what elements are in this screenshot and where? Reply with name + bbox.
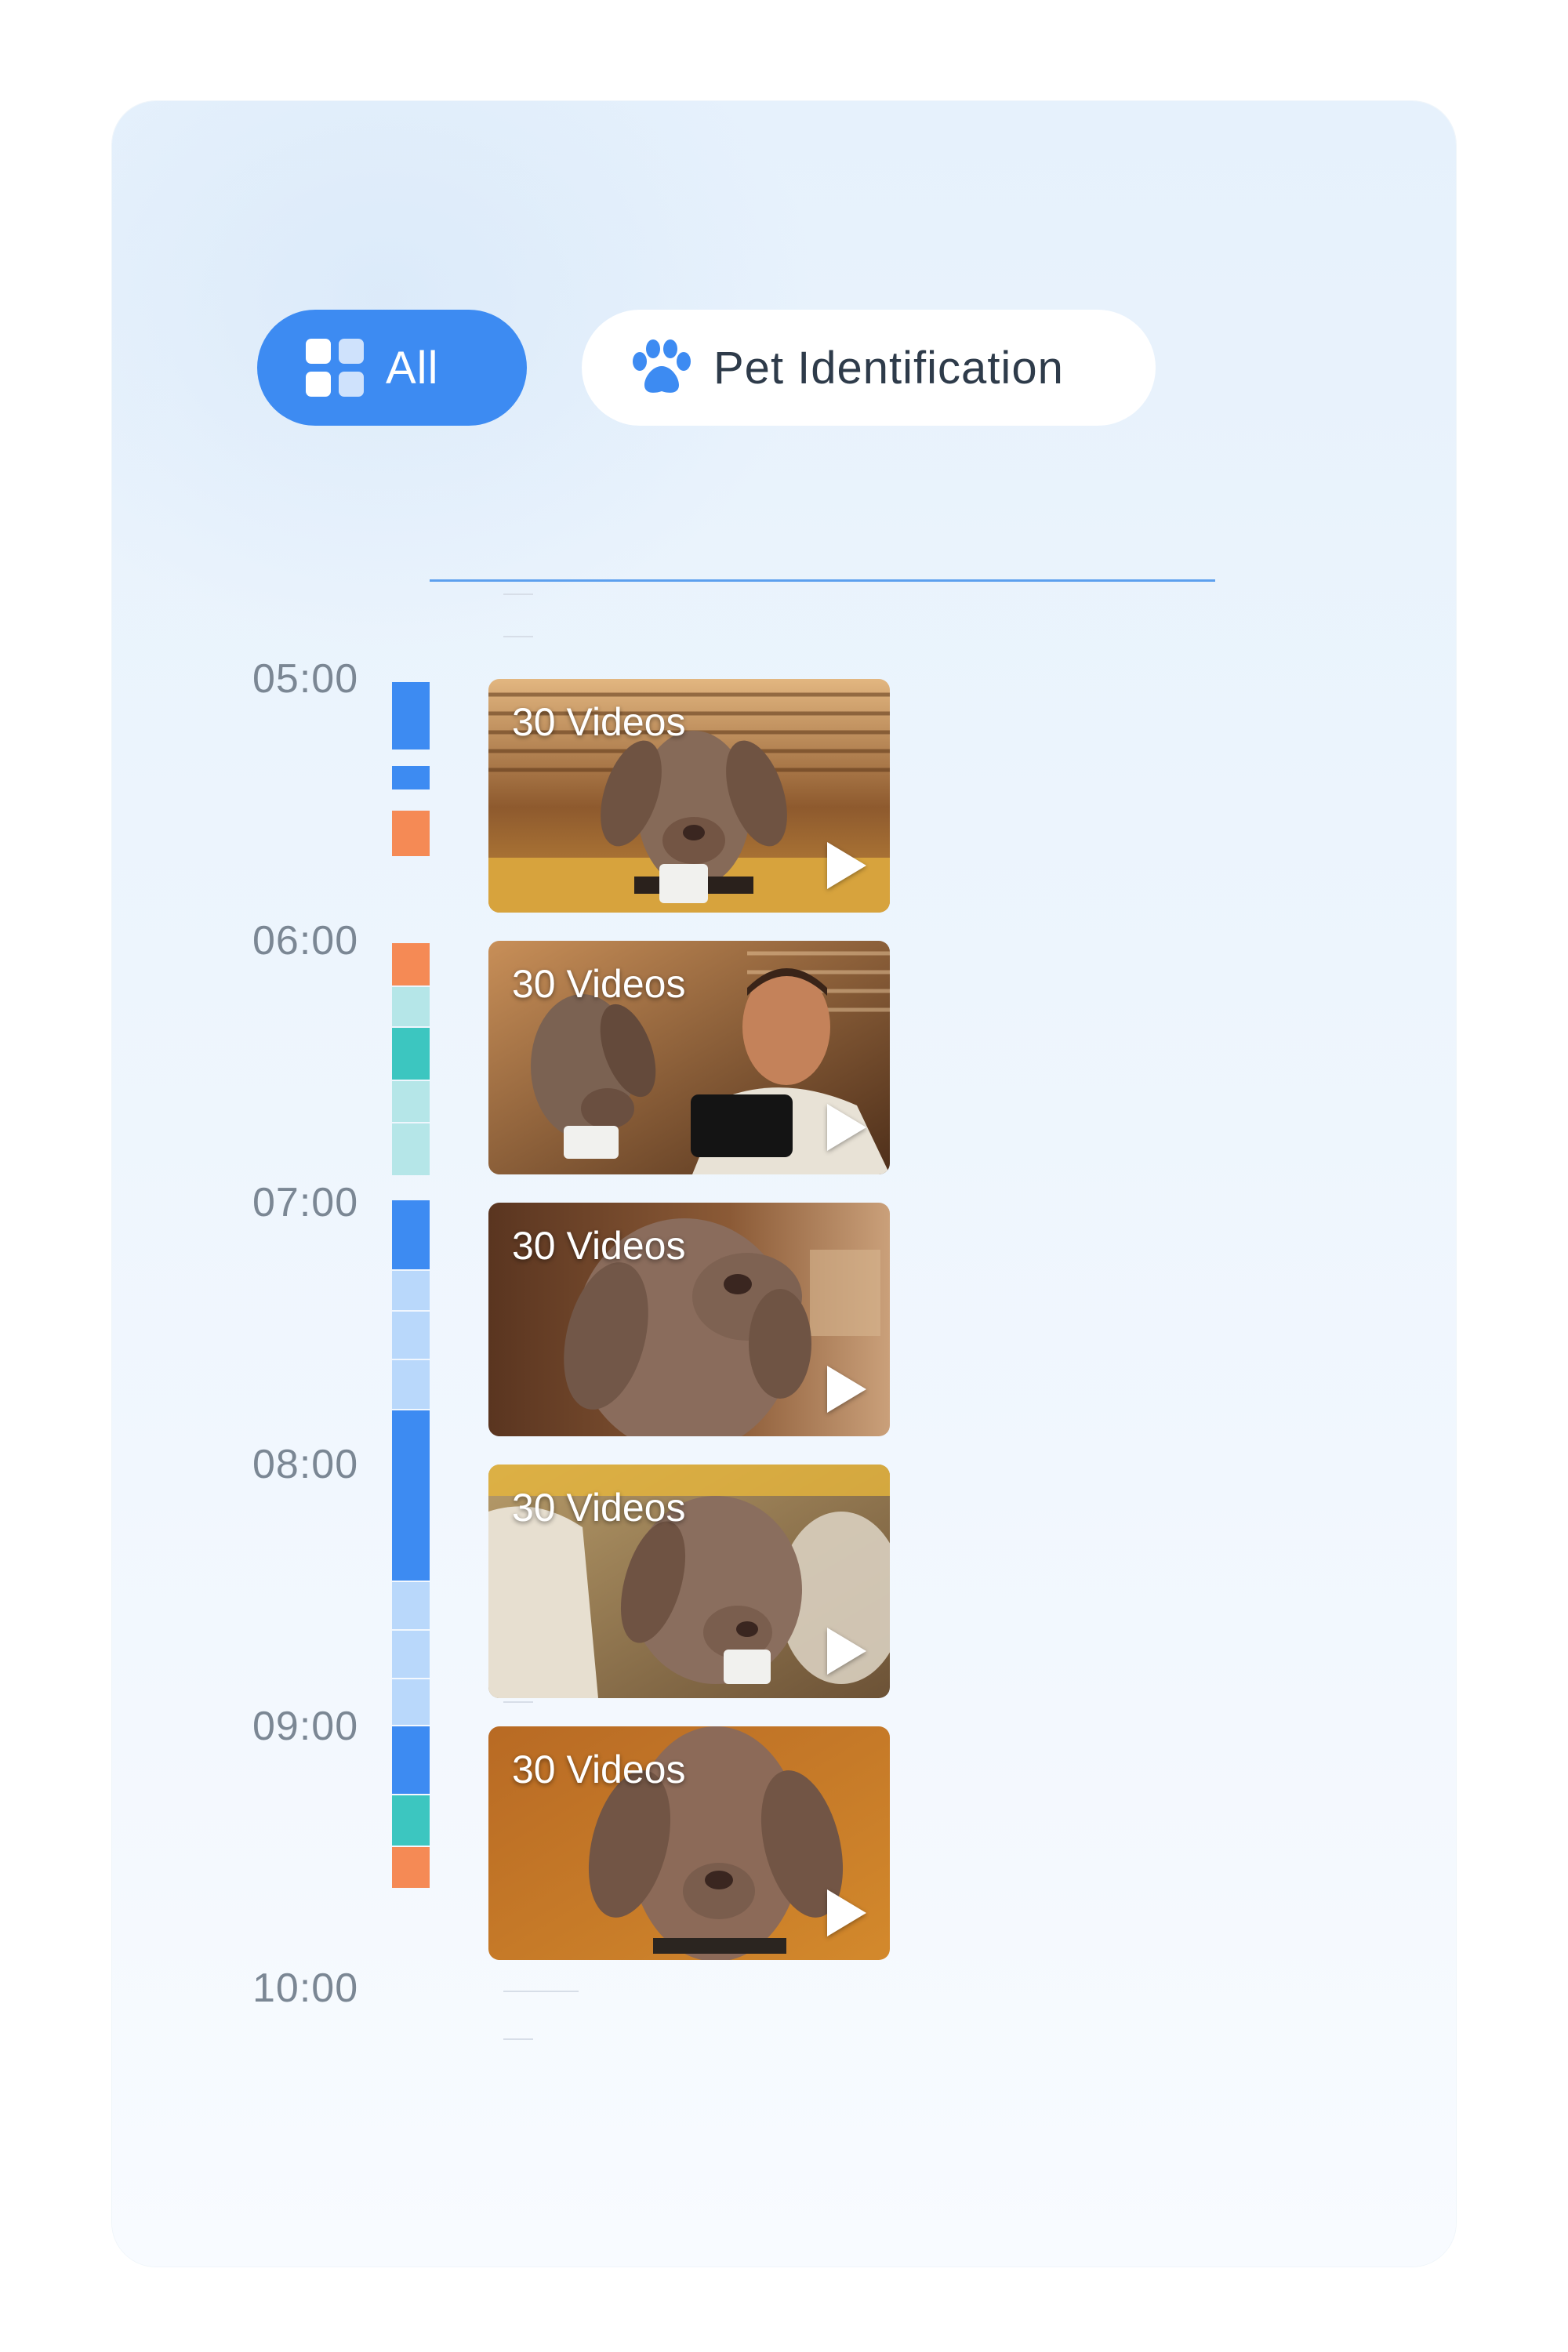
event-segment-motion-light[interactable] (392, 1360, 430, 1409)
play-icon[interactable] (827, 1889, 866, 1936)
event-segment-motion-light[interactable] (392, 1631, 430, 1678)
paw-icon (630, 339, 693, 396)
video-count-label: 30 Videos (512, 1224, 686, 1268)
current-time-line (430, 579, 1215, 582)
hour-label-0500: 05:00 (252, 656, 359, 702)
hour-label-0700: 07:00 (252, 1180, 359, 1225)
video-thumbnail[interactable]: 30 Videos (488, 941, 890, 1174)
filter-all-label: All (386, 342, 439, 394)
event-segment-motion-light[interactable] (392, 1271, 430, 1310)
event-segment-person-light[interactable] (392, 1123, 430, 1175)
play-icon[interactable] (827, 1628, 866, 1675)
video-thumbnail[interactable]: 30 Videos (488, 1465, 890, 1698)
timeline-tick (503, 593, 533, 595)
timeline-tick (503, 1701, 533, 1703)
event-segment-pet[interactable] (392, 943, 430, 985)
filter-pet-label: Pet Identification (713, 342, 1064, 394)
timeline-tick (503, 2038, 533, 2040)
timeline-tick (503, 636, 533, 637)
event-segment-motion-light[interactable] (392, 1679, 430, 1725)
event-segment-motion-light[interactable] (392, 1312, 430, 1359)
event-segment-motion[interactable] (392, 1726, 430, 1794)
event-segment-motion[interactable] (392, 1410, 430, 1581)
video-count-label: 30 Videos (512, 1486, 686, 1530)
video-thumbnail[interactable]: 30 Videos (488, 1203, 890, 1436)
video-count-label: 30 Videos (512, 962, 686, 1006)
hour-label-0600: 06:00 (252, 918, 359, 964)
play-icon[interactable] (827, 1366, 866, 1413)
event-segment-person-light[interactable] (392, 987, 430, 1026)
event-segment-motion[interactable] (392, 1200, 430, 1269)
video-count-label: 30 Videos (512, 1748, 686, 1791)
grid-icon (306, 339, 364, 397)
event-segment-motion[interactable] (392, 766, 430, 789)
hour-tick (503, 1991, 579, 1992)
event-segment-pet[interactable] (392, 1847, 430, 1888)
event-segment-person-light[interactable] (392, 1081, 430, 1122)
event-segment-person[interactable] (392, 1795, 430, 1846)
event-segment-motion[interactable] (392, 682, 430, 750)
filter-all-button[interactable]: All (257, 310, 527, 426)
event-segment-motion-light[interactable] (392, 1582, 430, 1629)
play-icon[interactable] (827, 1104, 866, 1151)
play-icon[interactable] (827, 842, 866, 889)
event-segment-pet[interactable] (392, 811, 430, 856)
video-thumbnail[interactable]: 30 Videos (488, 1726, 890, 1960)
hour-label-0800: 08:00 (252, 1442, 359, 1487)
hour-label-1000: 10:00 (252, 1965, 359, 2011)
hour-label-0900: 09:00 (252, 1704, 359, 1749)
filter-pet-identification-button[interactable]: Pet Identification (582, 310, 1156, 426)
video-thumbnail[interactable]: 30 Videos (488, 679, 890, 913)
video-count-label: 30 Videos (512, 700, 686, 744)
event-segment-person[interactable] (392, 1028, 430, 1080)
